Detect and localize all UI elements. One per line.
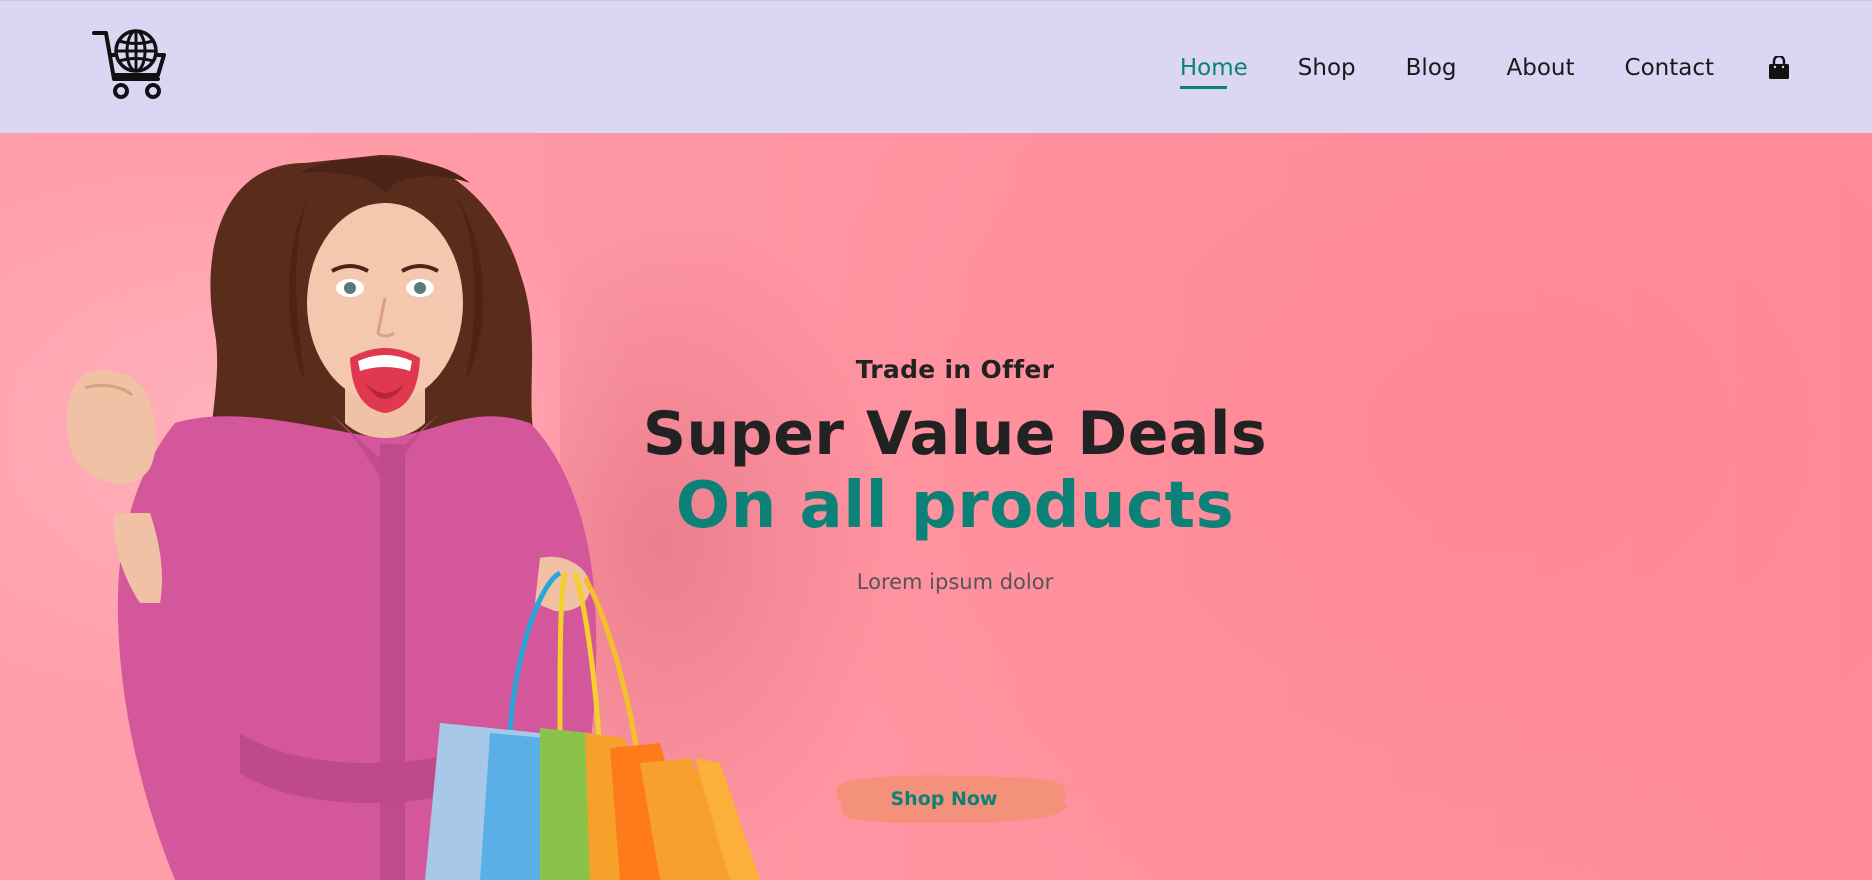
site-header: Home Shop Blog About Contact	[0, 0, 1872, 133]
hero-headline: Super Value Deals	[642, 399, 1268, 469]
nav-item-label: About	[1506, 55, 1575, 81]
hero-tagline: Lorem ipsum dolor	[856, 570, 1054, 594]
nav-item-contact[interactable]: Contact	[1625, 43, 1714, 93]
hero-content: Trade in Offer Super Value Deals On all …	[600, 355, 1310, 823]
main-nav: Home Shop Blog About Contact	[1130, 43, 1792, 93]
nav-item-label: Home	[1179, 55, 1248, 81]
nav-item-home[interactable]: Home	[1179, 43, 1248, 93]
hero-kicker: Trade in Offer	[855, 355, 1055, 384]
nav-item-label: Shop	[1297, 55, 1356, 81]
nav-item-about[interactable]: About	[1507, 43, 1575, 93]
hero-subheadline: On all products	[675, 469, 1235, 543]
shop-now-label: Shop Now	[890, 788, 998, 810]
shop-now-button[interactable]: Shop Now	[832, 769, 1070, 829]
active-underline	[1179, 86, 1228, 89]
nav-item-shop[interactable]: Shop	[1298, 43, 1356, 93]
nav-item-label: Blog	[1405, 55, 1457, 81]
nav-item-blog[interactable]: Blog	[1406, 43, 1457, 93]
shopping-bag-icon[interactable]	[1768, 43, 1792, 93]
nav-item-label: Contact	[1624, 55, 1714, 81]
logo-globe-cart-icon[interactable]	[92, 27, 172, 103]
hero-banner: Trade in Offer Super Value Deals On all …	[0, 133, 1872, 880]
